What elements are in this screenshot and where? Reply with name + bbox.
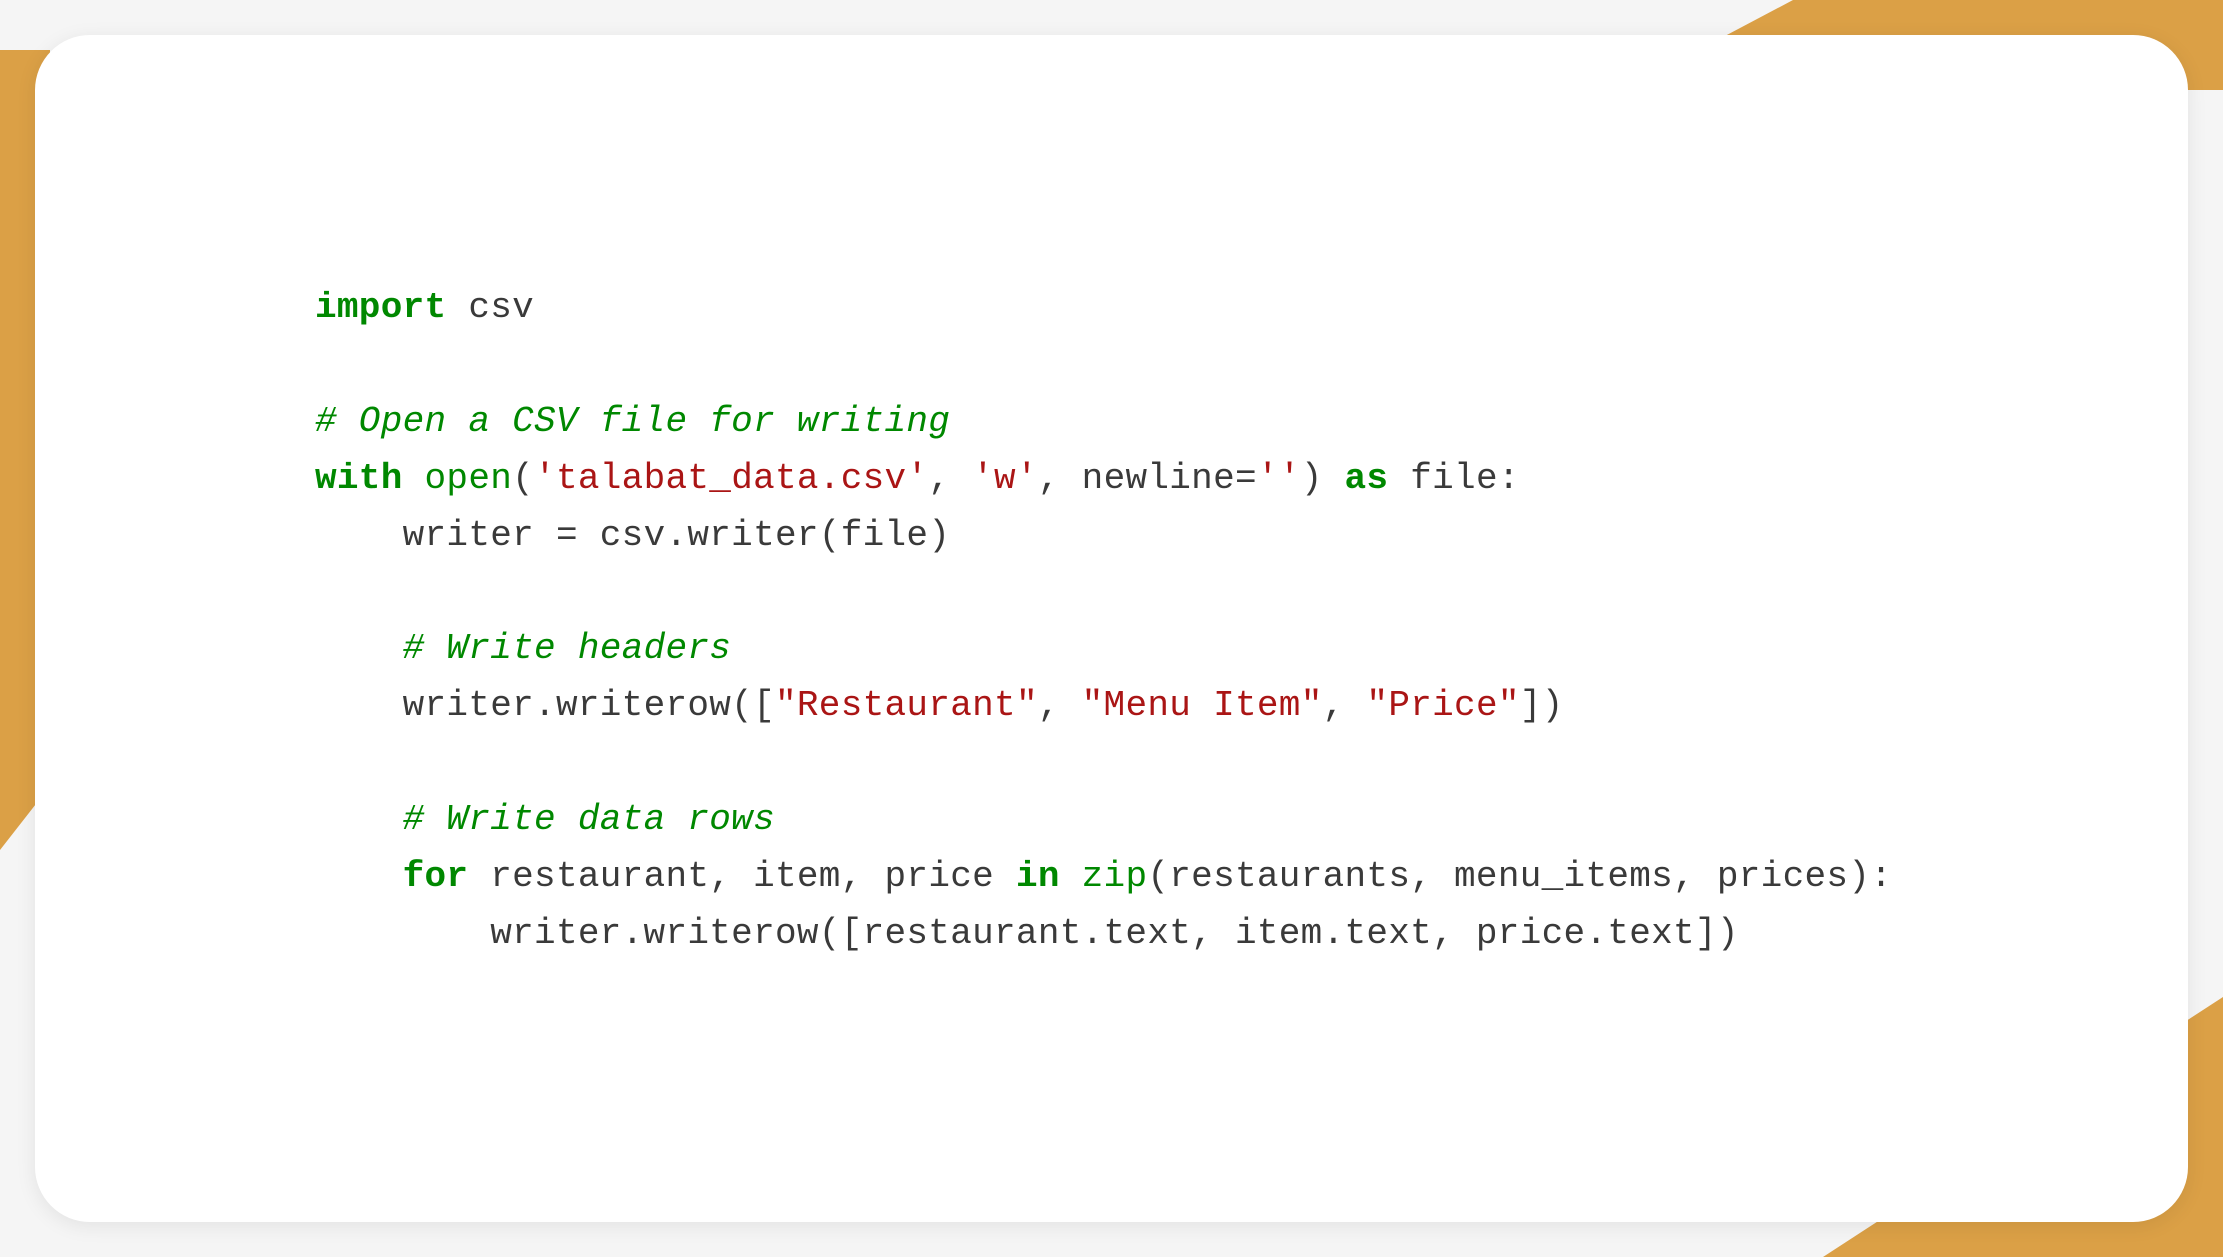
var-file: file: bbox=[1388, 458, 1519, 499]
paren-close: ) bbox=[1301, 458, 1345, 499]
string-mode: 'w' bbox=[972, 458, 1038, 499]
keyword-import: import bbox=[315, 287, 446, 328]
arg-newline: , newline= bbox=[1038, 458, 1257, 499]
comma: , bbox=[1038, 685, 1082, 726]
comment-open-csv: # Open a CSV file for writing bbox=[315, 401, 950, 442]
indent bbox=[315, 856, 403, 897]
string-empty: '' bbox=[1257, 458, 1301, 499]
indent bbox=[315, 628, 403, 669]
loop-vars: restaurant, item, price bbox=[468, 856, 1016, 897]
keyword-in: in bbox=[1016, 856, 1060, 897]
indent bbox=[315, 515, 403, 556]
writerow-pre: writer.writerow([ bbox=[403, 685, 775, 726]
string-price: "Price" bbox=[1366, 685, 1519, 726]
string-restaurant: "Restaurant" bbox=[775, 685, 1038, 726]
keyword-for: for bbox=[403, 856, 469, 897]
code-block: import csv # Open a CSV file for writing… bbox=[315, 280, 1938, 963]
string-menu-item: "Menu Item" bbox=[1082, 685, 1323, 726]
writer-assign: writer = csv.writer(file) bbox=[403, 515, 951, 556]
indent bbox=[315, 799, 403, 840]
keyword-as: as bbox=[1345, 458, 1389, 499]
keyword-with: with bbox=[315, 458, 403, 499]
string-filename: 'talabat_data.csv' bbox=[534, 458, 928, 499]
comma: , bbox=[1323, 685, 1367, 726]
indent bbox=[315, 685, 403, 726]
writerow-post: ]) bbox=[1520, 685, 1564, 726]
space bbox=[403, 458, 425, 499]
comment-write-data: # Write data rows bbox=[403, 799, 775, 840]
paren: ( bbox=[512, 458, 534, 499]
builtin-open: open bbox=[425, 458, 513, 499]
code-card: import csv # Open a CSV file for writing… bbox=[35, 35, 2188, 1222]
builtin-zip: zip bbox=[1082, 856, 1148, 897]
comma: , bbox=[928, 458, 972, 499]
space bbox=[1060, 856, 1082, 897]
writerow-data: writer.writerow([restaurant.text, item.t… bbox=[490, 913, 1739, 954]
indent bbox=[315, 913, 490, 954]
zip-args: (restaurants, menu_items, prices): bbox=[1147, 856, 1892, 897]
module-name: csv bbox=[446, 287, 534, 328]
comment-write-headers: # Write headers bbox=[403, 628, 732, 669]
